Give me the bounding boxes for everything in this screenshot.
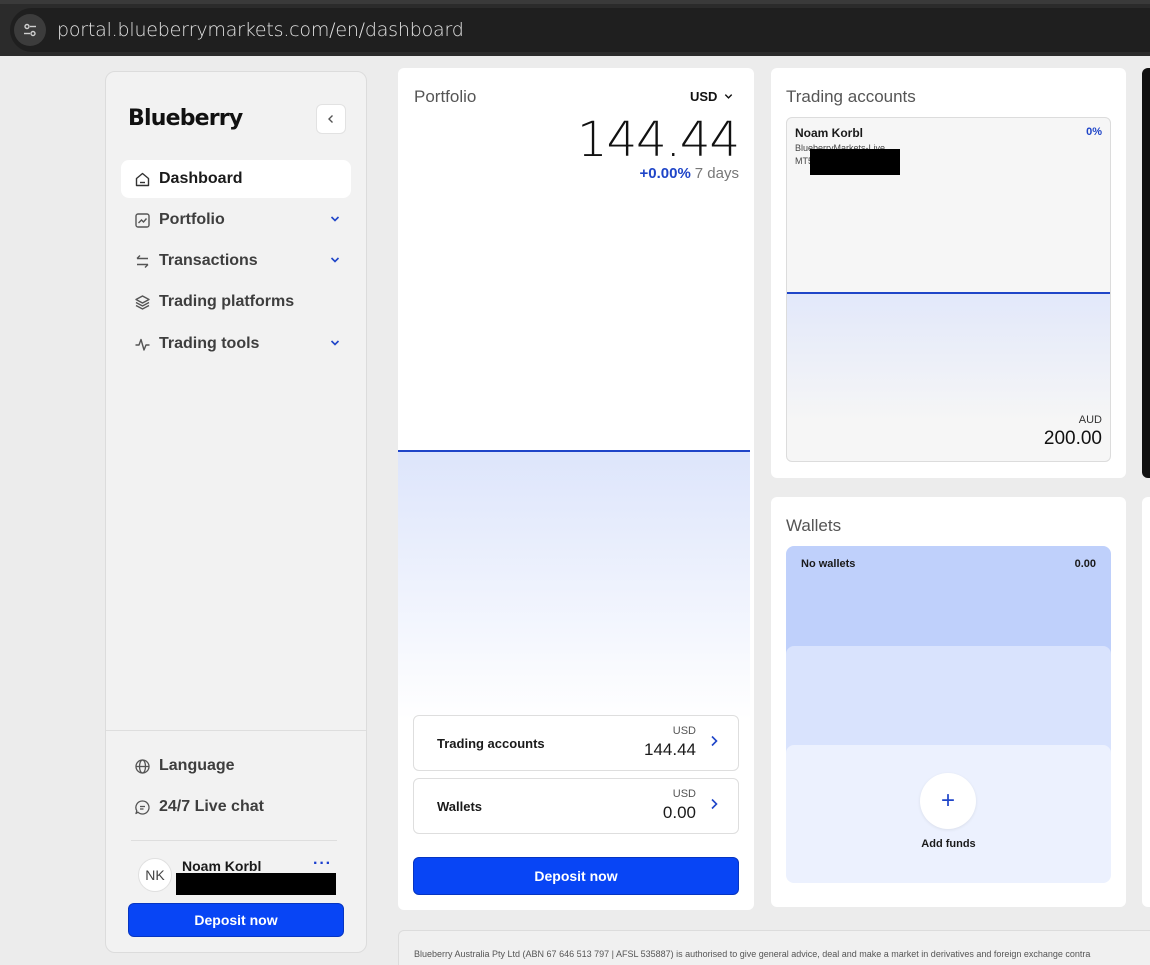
sidebar-item-portfolio[interactable]: Portfolio [121,201,351,239]
portfolio-card: Portfolio USD 144.44 +0.00% 7 days Tradin… [398,68,754,910]
portfolio-chart [398,450,750,720]
change-period: 7 days [694,165,739,182]
layers-icon [133,293,151,311]
chevron-down-icon[interactable] [329,337,341,349]
portfolio-value: 144.44 [577,112,740,168]
sidebar-item-transactions[interactable]: Transactions [121,242,351,280]
chevron-left-icon [328,115,333,123]
live-chat-label: 24/7 Live chat [159,798,264,815]
sidebar-item-trading-tools[interactable]: Trading tools [121,325,351,363]
account-currency: AUD [1078,414,1102,426]
more-options-icon[interactable]: ··· [313,855,332,873]
chat-icon [133,798,151,816]
no-wallets-value: 0.00 [1074,558,1096,570]
chevron-down-icon[interactable] [329,254,341,266]
redacted-email [176,873,336,895]
card-partial [1142,497,1150,907]
row-value: 144.44 [644,740,696,759]
redacted-account-number [810,149,900,175]
currency-value: USD [690,89,718,104]
row-label: Wallets [437,799,483,814]
currency-select[interactable]: USD [690,89,734,104]
sidebar-divider [106,730,366,731]
portfolio-title: Portfolio [414,87,477,106]
plus-icon[interactable]: + [920,773,976,829]
deposit-button[interactable]: Deposit now [413,857,739,895]
user-name: Noam Korbl [182,858,262,874]
no-wallets-label: No wallets [801,558,856,570]
sidebar-item-label: Trading tools [159,335,260,352]
live-chat-button[interactable]: 24/7 Live chat [121,788,351,826]
account-chart [787,292,1110,422]
wallets-row[interactable]: Wallets USD 0.00 [413,778,739,834]
chevron-down-icon [725,94,733,99]
trading-accounts-card: Trading accounts Noam Korbl BlueberryMar… [771,68,1126,478]
add-funds-label: Add funds [921,838,976,850]
chart-icon [133,211,151,229]
change-percent: +0.00% [639,165,691,182]
wallet-tile-stack [786,646,1111,756]
blueberry-logo[interactable]: Blueberry [128,106,243,131]
row-currency: USD [672,788,696,800]
row-currency: USD [672,725,696,737]
account-change: 0% [1086,126,1102,138]
sidebar-item-label: Dashboard [159,170,243,187]
globe-icon [133,757,151,775]
collapse-sidebar-button[interactable] [316,104,346,134]
trading-accounts-row[interactable]: Trading accounts USD 144.44 [413,715,739,771]
chevron-down-icon[interactable] [329,213,341,225]
sidebar: Blueberry Dashboard Portfolio Transactio… [105,71,367,953]
wallets-card: Wallets No wallets 0.00 + Add funds [771,497,1126,907]
wallets-title: Wallets [786,516,842,535]
sidebar-item-dashboard[interactable]: Dashboard [121,160,351,198]
home-icon [133,170,151,188]
chevron-right-icon [711,798,718,810]
language-button[interactable]: Language [121,747,351,785]
disclaimer-text: Blueberry Australia Pty Ltd (ABN 67 646 … [414,949,1091,959]
footer-disclaimer: Blueberry Australia Pty Ltd (ABN 67 646 … [398,930,1150,965]
site-settings-icon[interactable] [14,14,46,46]
sidebar-item-trading-platforms[interactable]: Trading platforms [121,283,351,321]
trading-account-tile[interactable]: Noam Korbl BlueberryMarkets-Live MT5 0% … [786,117,1111,462]
trading-accounts-title: Trading accounts [786,87,916,106]
add-funds-tile[interactable]: + Add funds [786,745,1111,883]
wallet-tile[interactable]: No wallets 0.00 [786,546,1111,656]
account-holder: Noam Korbl [795,126,864,140]
address-bar[interactable]: portal.blueberrymarkets.com/en/dashboard [10,8,1150,52]
chevron-right-icon [711,735,718,747]
activity-icon [133,335,151,353]
deposit-button[interactable]: Deposit now [128,903,344,937]
sidebar-item-label: Trading platforms [159,293,295,310]
browser-toolbar: portal.blueberrymarkets.com/en/dashboard [0,0,1150,56]
account-balance: 200.00 [1043,428,1102,449]
sidebar-item-label: Transactions [159,252,258,269]
sidebar-item-label: Portfolio [159,211,225,228]
row-value: 0.00 [662,803,696,822]
transfer-icon [133,252,151,270]
sidebar-divider [131,840,337,841]
portfolio-change: +0.00% 7 days [640,165,740,182]
avatar[interactable]: NK [138,858,172,892]
language-label: Language [159,757,235,774]
row-label: Trading accounts [437,736,545,751]
url-text[interactable]: portal.blueberrymarkets.com/en/dashboard [57,19,464,41]
promo-card-partial [1142,68,1150,478]
